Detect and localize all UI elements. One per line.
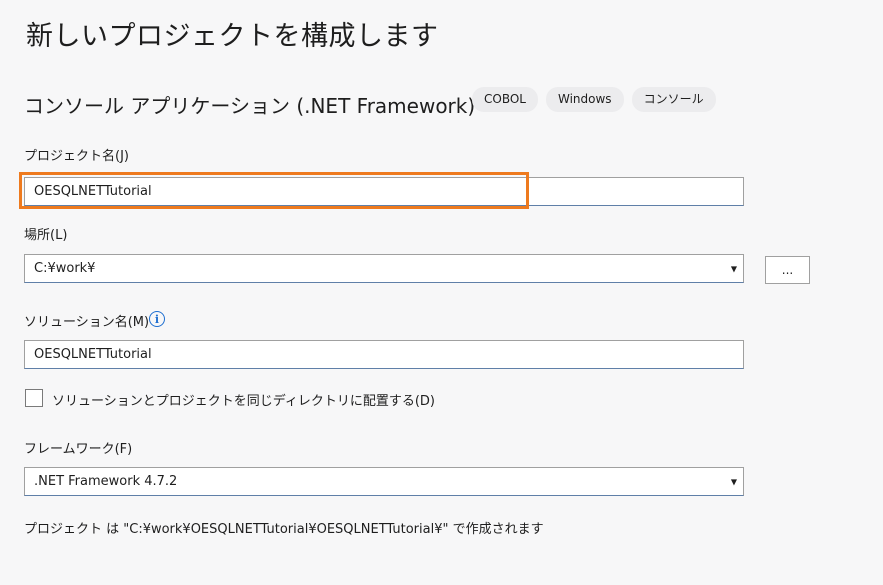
project-name-label: プロジェクト名(J) (24, 149, 129, 164)
info-icon[interactable]: i (149, 311, 165, 327)
template-tags: COBOL Windows コンソール (472, 87, 716, 112)
tag-console: コンソール (631, 87, 716, 112)
framework-value: .NET Framework 4.7.2 (34, 474, 178, 489)
framework-combobox[interactable]: .NET Framework 4.7.2 ▼ (24, 467, 744, 496)
framework-label: フレームワーク(F) (24, 442, 133, 457)
tag-cobol: COBOL (472, 87, 538, 112)
location-label: 場所(L) (24, 228, 68, 243)
project-path-note: プロジェクト は "C:¥work¥OESQLNETTutorial¥OESQL… (24, 522, 544, 537)
location-combobox[interactable]: C:¥work¥ ▼ (24, 254, 744, 283)
chevron-down-icon[interactable]: ▼ (731, 477, 737, 486)
location-value: C:¥work¥ (34, 261, 96, 276)
solution-name-input[interactable]: OESQLNETTutorial (24, 340, 744, 369)
tag-windows: Windows (545, 87, 624, 112)
solution-name-label: ソリューション名(M) (24, 315, 150, 330)
page-title: 新しいプロジェクトを構成します (26, 21, 439, 52)
project-name-input[interactable]: OESQLNETTutorial (24, 177, 744, 206)
template-name: コンソール アプリケーション (.NET Framework) (24, 94, 476, 118)
same-directory-checkbox[interactable] (25, 389, 43, 407)
chevron-down-icon[interactable]: ▼ (731, 264, 737, 273)
browse-button[interactable]: ... (765, 256, 810, 284)
same-directory-label[interactable]: ソリューションとプロジェクトを同じディレクトリに配置する(D) (52, 390, 435, 409)
